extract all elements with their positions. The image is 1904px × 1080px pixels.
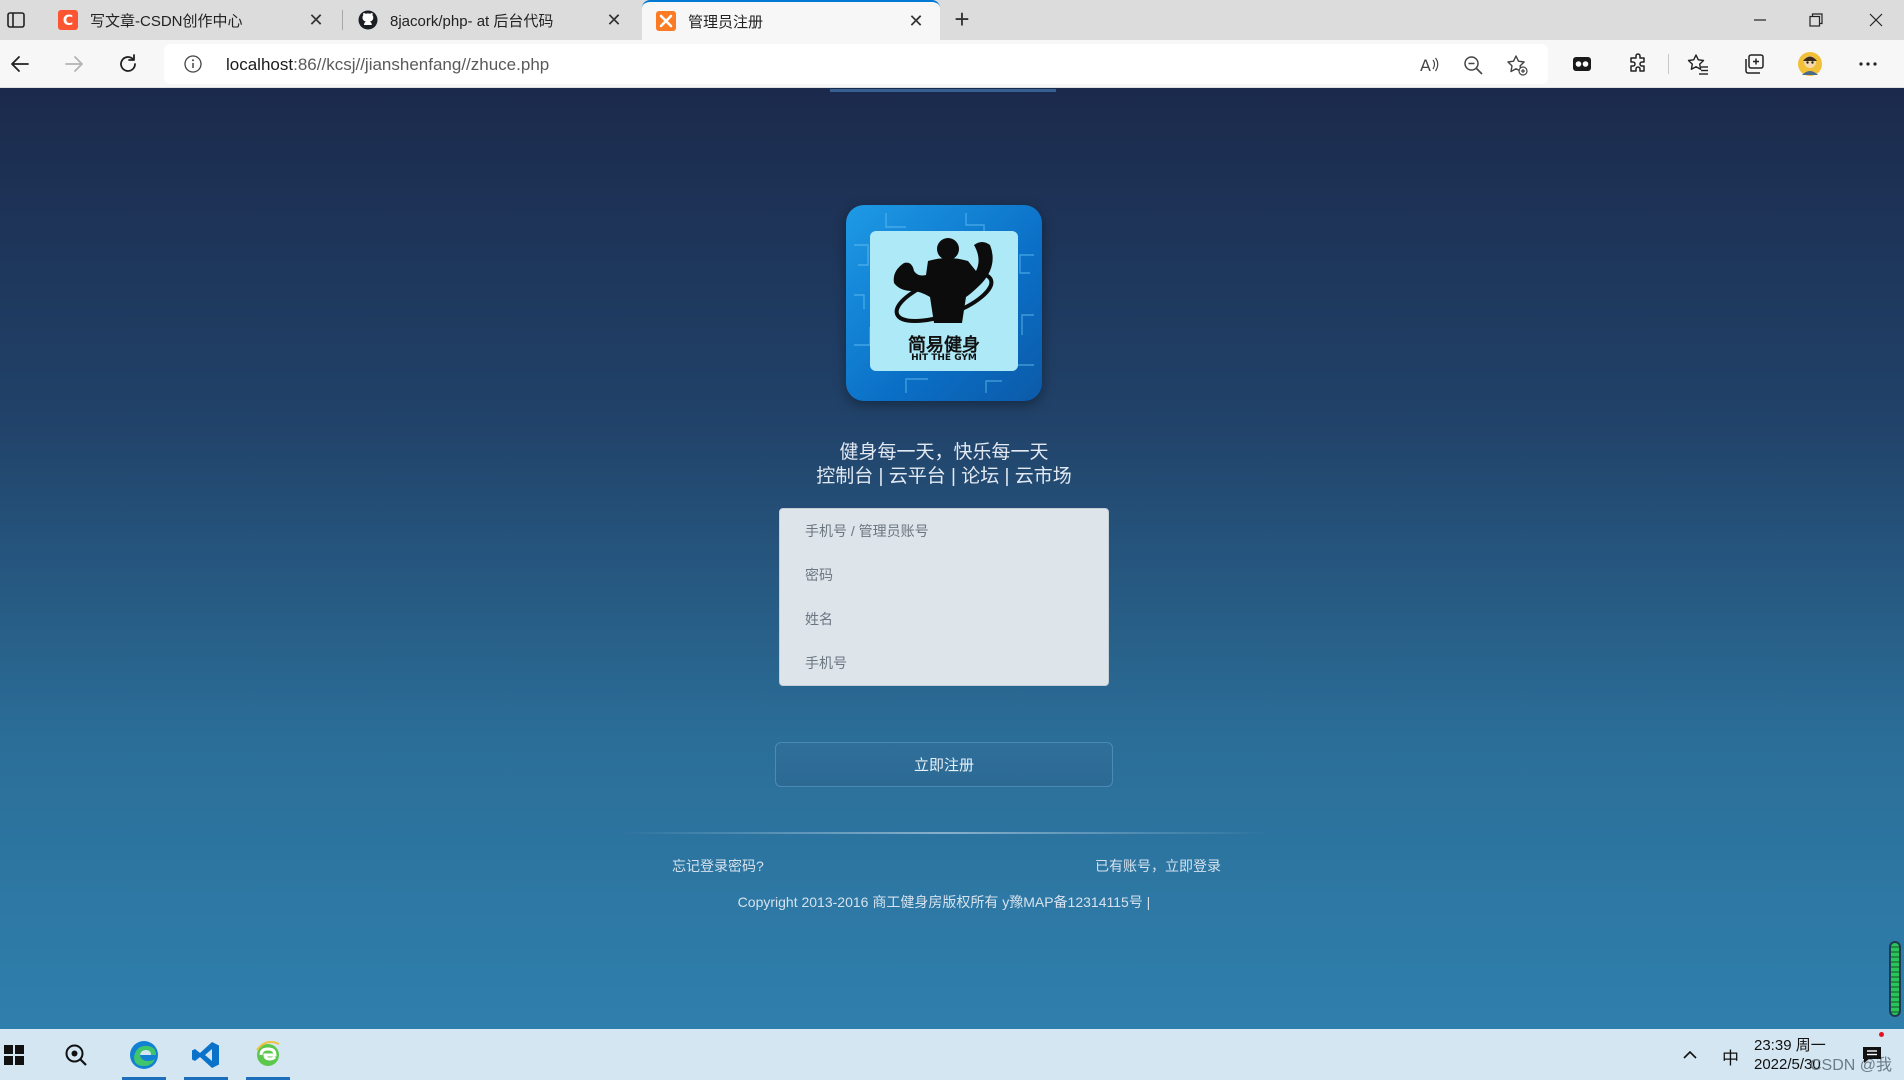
logo-badge: 简易健身 HIT THE GYM (870, 231, 1018, 371)
collections-icon[interactable] (1740, 50, 1768, 78)
vscode-taskbar-icon[interactable] (178, 1029, 234, 1080)
address-bar[interactable]: localhost:86//kcsj//jianshenfang//zhuce.… (164, 44, 1548, 84)
zoom-out-icon[interactable] (1462, 54, 1484, 76)
register-form (779, 508, 1109, 686)
page-content: 简易健身 HIT THE GYM 健身每一天，快乐每一天 控制台 | 云平台 |… (0, 89, 1904, 1029)
level-meter-widget (1889, 941, 1901, 1017)
xampp-favicon-icon (656, 11, 676, 31)
name-input[interactable] (794, 597, 1094, 641)
github-favicon-icon (358, 10, 378, 30)
taskbar: 中 23:39 周一 2022/5/30 CSDN @我的猴子 (0, 1029, 1904, 1080)
profile-avatar-icon[interactable] (1796, 50, 1824, 78)
forward-icon[interactable] (60, 50, 88, 78)
url-path: :86//kcsj//jianshenfang//zhuce.php (293, 55, 550, 74)
extensions-icon[interactable] (1624, 50, 1652, 78)
gym-logo: 简易健身 HIT THE GYM (846, 205, 1042, 401)
browser-toolbar: localhost:86//kcsj//jianshenfang//zhuce.… (0, 40, 1904, 88)
register-button[interactable]: 立即注册 (775, 742, 1113, 787)
add-favorite-icon[interactable] (1506, 54, 1528, 76)
phone-input[interactable] (794, 641, 1094, 685)
notification-icon[interactable] (1852, 1029, 1892, 1080)
forgot-password-link[interactable]: 忘记登录密码? (672, 856, 764, 876)
refresh-icon[interactable] (114, 50, 142, 78)
tab-title: 写文章-CSDN创作中心 (90, 12, 243, 30)
password-input[interactable] (794, 553, 1094, 597)
csdn-favicon-icon: C (58, 10, 78, 30)
close-tab-icon[interactable]: ✕ (604, 10, 624, 31)
logo-english-text: HIT THE GYM (911, 353, 977, 363)
search-icon[interactable] (48, 1029, 104, 1080)
minimize-icon[interactable] (1732, 0, 1788, 40)
tab-bar: C 写文章-CSDN创作中心 ✕ 8jacork/php- at 后台代码 ✕ … (0, 0, 1904, 40)
notification-dot (1879, 1032, 1884, 1037)
url-text[interactable]: localhost:86//kcsj//jianshenfang//zhuce.… (226, 55, 549, 75)
close-window-icon[interactable] (1848, 0, 1904, 40)
read-aloud-icon[interactable]: A (1418, 54, 1440, 76)
tab-actions-icon[interactable] (4, 8, 28, 32)
restore-icon[interactable] (1788, 0, 1844, 40)
svg-text:A: A (1420, 56, 1431, 75)
tracking-extension-icon[interactable] (1568, 50, 1596, 78)
new-tab-button[interactable]: + (948, 6, 976, 34)
tab-separator (342, 10, 343, 30)
close-tab-icon[interactable]: ✕ (306, 10, 326, 31)
favorites-icon[interactable] (1684, 50, 1712, 78)
url-host: localhost (226, 55, 294, 74)
top-accent-line (830, 89, 1056, 92)
tab-github[interactable]: 8jacork/php- at 后台代码 ✕ (344, 0, 638, 40)
edge-taskbar-icon[interactable] (116, 1029, 172, 1080)
back-icon[interactable] (6, 50, 34, 78)
ime-indicator[interactable]: 中 (1722, 1044, 1739, 1069)
svg-text:C: C (63, 13, 73, 29)
account-input[interactable] (794, 509, 1094, 553)
tray-chevron-up-icon[interactable] (1674, 1029, 1706, 1080)
tab-title: 管理员注册 (688, 13, 764, 31)
nav-links[interactable]: 控制台 | 云平台 | 论坛 | 云市场 (0, 461, 1888, 488)
tab-csdn[interactable]: C 写文章-CSDN创作中心 ✕ (44, 0, 340, 40)
site-info-icon[interactable] (184, 55, 202, 73)
toolbar-separator (1668, 54, 1669, 74)
close-tab-icon[interactable]: ✕ (906, 11, 926, 32)
slogan: 健身每一天，快乐每一天 (839, 442, 1049, 463)
tab-admin-register[interactable]: 管理员注册 ✕ (642, 0, 940, 40)
windows-start-icon[interactable] (0, 1029, 42, 1080)
copyright: Copyright 2013-2016 商工健身房版权所有 y豫MAP备1231… (737, 894, 1151, 910)
login-link[interactable]: 已有账号，立即登录 (1095, 856, 1221, 876)
divider (620, 832, 1268, 834)
more-menu-icon[interactable] (1854, 50, 1882, 78)
tab-title: 8jacork/php- at 后台代码 (390, 12, 554, 30)
ie-taskbar-icon[interactable] (240, 1029, 296, 1080)
